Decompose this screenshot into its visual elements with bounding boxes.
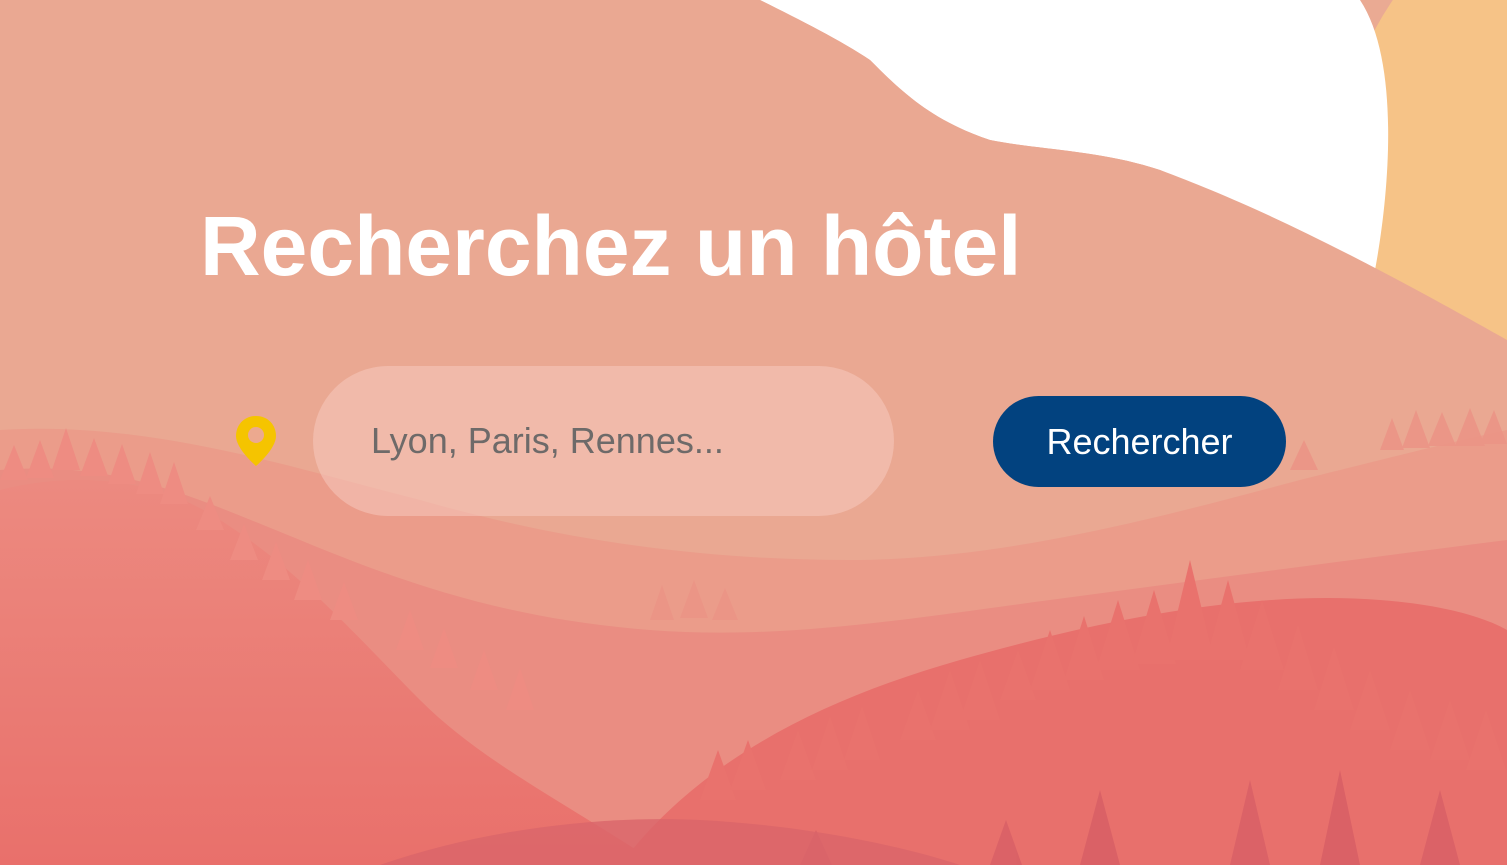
map-pin-icon bbox=[236, 416, 276, 466]
search-input[interactable] bbox=[313, 366, 894, 516]
hero-section: Recherchez un hôtel Rechercher bbox=[0, 0, 1507, 865]
page-title: Recherchez un hôtel bbox=[200, 199, 1022, 293]
search-button[interactable]: Rechercher bbox=[993, 396, 1286, 487]
